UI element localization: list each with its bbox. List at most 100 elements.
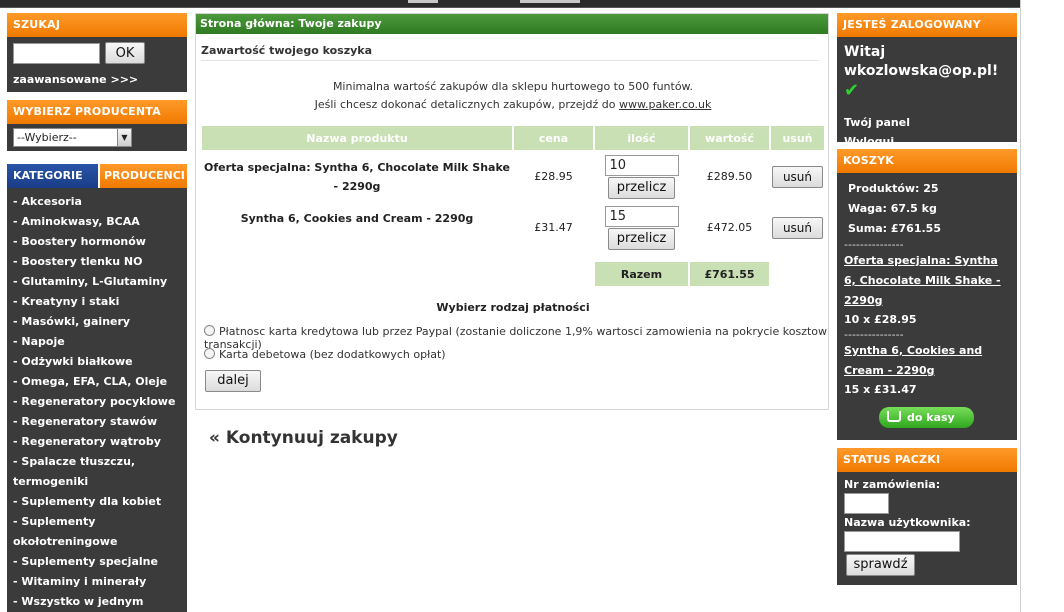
breadcrumb: Strona główna: Twoje zakupy [196,14,828,34]
tab-producers[interactable]: PRODUCENCI [98,164,187,188]
category-item[interactable]: - Boostery tlenku NO [13,252,181,272]
category-item[interactable]: - Kreatyny i staki [13,292,181,312]
category-item[interactable]: - Boostery hormonów [13,232,181,252]
category-item-continued[interactable]: okołotreningowe [13,532,181,552]
checkmark-icon: ✔ [844,80,860,101]
quantity-input[interactable]: 10 [604,154,679,176]
category-item[interactable]: - Aminokwasy, BCAA [13,212,181,232]
minicart-title: KOSZYK [837,149,1017,173]
cart-products-count: Produktów: 25 [848,182,939,195]
search-box: SZUKAJ OK zaawansowane >>> [7,13,187,92]
category-item[interactable]: - Odżywki białkowe [13,352,181,372]
order-number-label: Nr zamówienia: [844,478,941,491]
page-border [1020,0,1021,612]
category-item[interactable]: - Regeneratory wątroby [13,432,181,452]
checkout-button[interactable]: do kasy [879,407,974,428]
order-number-input[interactable] [844,493,889,514]
recalculate-button[interactable]: przelicz [608,227,675,250]
cart-weight: Waga: 67.5 kg [848,202,937,215]
table-header-row: Nazwa produktu cena ilość wartość usuń [202,126,824,150]
payment-radio-card[interactable] [204,325,215,336]
cart-sum: Suma: £761.55 [848,222,941,235]
product-price: £31.47 [534,221,573,234]
column-header: wartość [690,126,769,150]
divider: --------------- [844,238,904,251]
search-input[interactable] [13,43,100,64]
category-item[interactable]: - Witaminy i minerały [13,572,181,592]
username-label: Nazwa użytkownika: [844,516,971,529]
category-item[interactable]: - Suplementy dla kobiet [13,492,181,512]
category-item[interactable]: - Omega, EFA, CLA, Oleje [13,372,181,392]
next-button[interactable]: dalej [205,370,261,392]
chevron-down-icon[interactable]: ▼ [117,129,131,146]
category-item[interactable]: - Glutaminy, L-Glutaminy [13,272,181,292]
producer-select-value: --Wybierz-- [17,131,77,144]
tab-categories[interactable]: KATEGORIE [7,164,98,188]
top-bar-decoration [408,0,438,3]
retail-shop-link[interactable]: www.paker.co.uk [619,98,711,111]
category-item[interactable]: - Napoje [13,332,181,352]
package-status-title: STATUS PACZKI [837,448,1017,472]
delete-cell: usuń [771,203,824,252]
product-name: Syntha 6, Cookies and Cream - 2290g [240,212,474,225]
payment-option-label: Karta debetowa (bez dodatkowych opłat) [219,348,446,361]
category-item-continued[interactable]: termogeniki [13,472,181,492]
retail-info: Jeśli chcesz dokonać detalicznych zakupó… [196,98,830,111]
minicart-item-link[interactable]: Syntha 6, Cookies and Cream - 2290g [844,341,1010,381]
cart-icon [887,411,901,422]
continue-shopping-link[interactable]: « Kontynuuj zakupy [209,428,398,448]
table-row: Syntha 6, Cookies and Cream - 2290g £31.… [202,203,824,252]
category-item[interactable]: - Suplementy specjalne [13,552,181,572]
divider [201,60,819,61]
total-value: £761.55 [690,262,769,286]
search-ok-button[interactable]: OK [105,42,145,64]
username-input[interactable] [844,531,960,552]
product-price: £28.95 [534,170,573,183]
user-panel-link[interactable]: Twój panel [844,116,1010,129]
category-item[interactable]: - Wszystko w jednym [13,592,181,612]
category-item[interactable]: - Regeneratory stawów [13,412,181,432]
recalculate-button[interactable]: przelicz [608,176,675,199]
cart-table: Nazwa produktu cena ilość wartość usuń O… [200,124,826,288]
delete-button[interactable]: usuń [772,165,823,188]
minicart-box: KOSZYK Produktów: 25 Waga: 67.5 kg Suma:… [837,149,1017,440]
total-label: Razem [595,262,688,286]
cart-title: Zawartość twojego koszyka [201,44,373,57]
min-order-info: Minimalna wartość zakupów dla sklepu hur… [332,80,694,93]
quantity-input[interactable]: 15 [604,205,679,227]
producer-select[interactable]: --Wybierz-- ▼ [13,128,132,147]
payment-option-debit: Karta debetowa (bez dodatkowych opłat) [204,348,446,361]
producer-box: WYBIERZ PRODUCENTA --Wybierz-- ▼ [7,100,187,151]
category-item[interactable]: - Regeneratory pocyklowe [13,392,181,412]
checkout-label: do kasy [907,411,955,424]
product-name: Oferta specjalna: Syntha 6, Chocolate Mi… [204,160,510,193]
category-item[interactable]: - Spalacze tłuszczu, [13,452,181,472]
retail-info-text: Jeśli chcesz dokonać detalicznych zakupó… [314,98,616,111]
category-list: - Akcesoria - Aminokwasy, BCAA - Booster… [7,188,187,612]
product-value: £472.05 [706,221,753,234]
category-item[interactable]: - Suplementy [13,512,181,532]
category-item[interactable]: - Akcesoria [13,192,181,212]
product-value: £289.50 [706,170,753,183]
logout-link[interactable]: Wyloguj [844,135,1010,148]
category-item[interactable]: - Masówki, gainery [13,312,181,332]
delete-button[interactable]: usuń [772,216,823,239]
package-status-box: STATUS PACZKI Nr zamówienia: Nazwa użytk… [837,448,1017,585]
column-header: usuń [771,126,824,150]
producer-title: WYBIERZ PRODUCENTA [7,100,187,124]
advanced-search-link[interactable]: zaawansowane >>> [13,73,138,86]
column-header: cena [514,126,593,150]
category-tabs: KATEGORIE PRODUCENCI [7,164,187,188]
divider: --------------- [844,328,904,341]
payment-radio-debit[interactable] [204,348,215,359]
payment-title: Wybierz rodzaj płatności [436,301,590,314]
column-header: Nazwa produktu [202,126,512,150]
greeting: Witaj [844,44,886,60]
top-bar-decoration [520,0,580,3]
quantity-cell: 15 przelicz [595,203,688,252]
top-bar [0,0,1020,8]
minicart-item-link[interactable]: Oferta specjalna: Syntha 6, Chocolate Mi… [844,251,1010,311]
column-header: ilość [595,126,688,150]
check-status-button[interactable]: sprawdź [846,554,915,576]
minicart-item-qty: 10 x £28.95 [844,313,917,326]
